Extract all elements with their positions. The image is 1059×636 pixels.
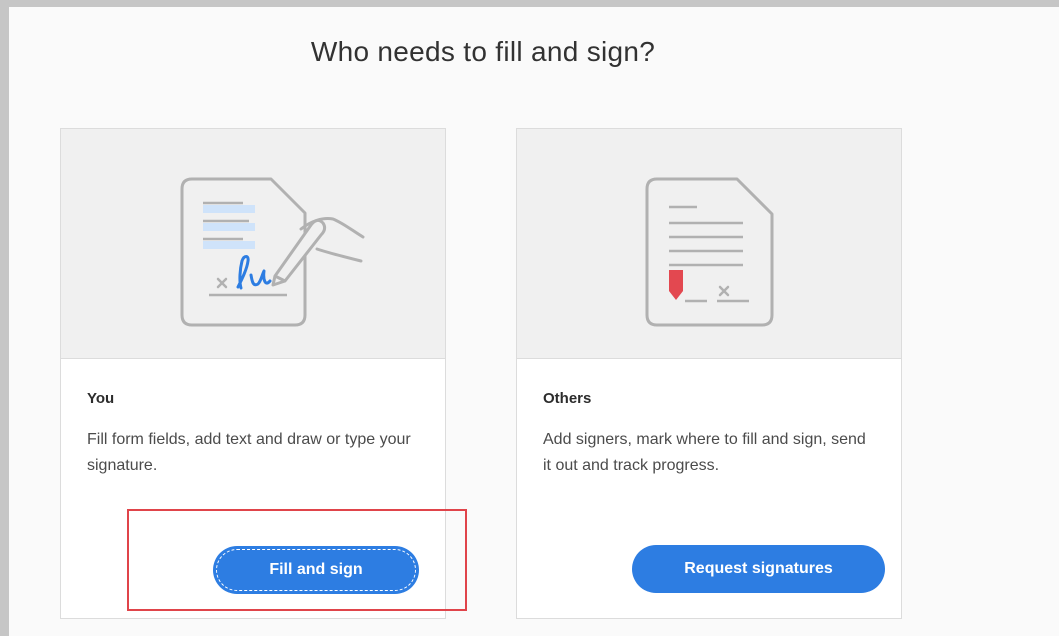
request-signatures-label: Request signatures: [684, 560, 833, 577]
card-illustration-others: [517, 129, 901, 359]
card-description-others: Add signers, mark where to fill and sign…: [543, 431, 866, 474]
fill-sign-dialog: Who needs to fill and sign? You Fill for…: [9, 7, 1059, 636]
card-title-others: Others: [543, 390, 592, 407]
window-frame-top: [0, 0, 1059, 7]
fill-and-sign-label: Fill and sign: [269, 561, 363, 578]
option-card-you: You Fill form fields, add text and draw …: [60, 128, 446, 619]
document-signer-marker-icon: [645, 177, 774, 327]
card-title-you: You: [87, 390, 115, 407]
request-signatures-button[interactable]: Request signatures: [632, 545, 885, 593]
option-card-others: Others Add signers, mark where to fill a…: [516, 128, 902, 619]
card-illustration-you: [61, 129, 445, 359]
card-description-you: Fill form fields, add text and draw or t…: [87, 431, 411, 474]
fill-and-sign-button[interactable]: Fill and sign: [213, 546, 419, 594]
page-title: Who needs to fill and sign?: [310, 36, 656, 67]
document-pen-signature-icon: [180, 177, 365, 327]
window-frame-left: [0, 0, 9, 636]
